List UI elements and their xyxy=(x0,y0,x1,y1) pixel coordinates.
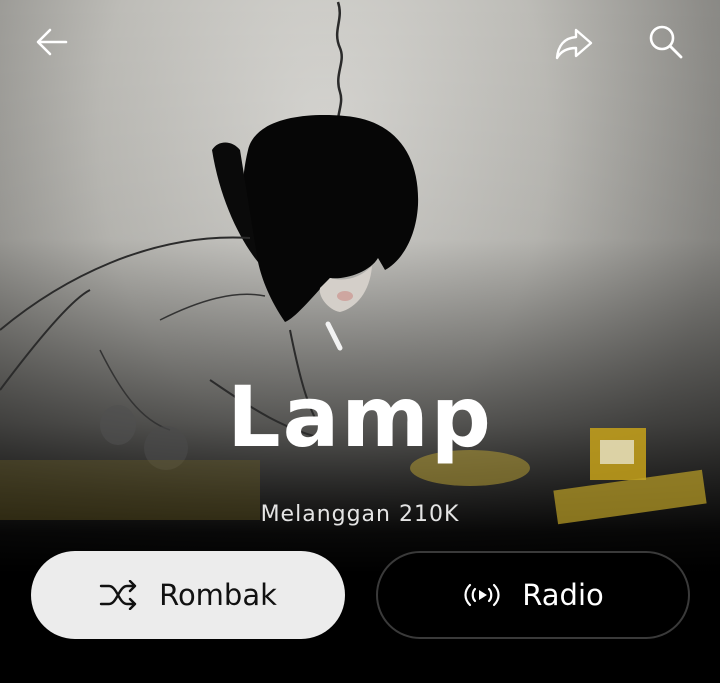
shuffle-button[interactable]: Rombak xyxy=(31,551,345,639)
back-button[interactable] xyxy=(30,20,74,64)
radio-button[interactable]: Radio xyxy=(376,551,690,639)
arrow-left-icon xyxy=(36,28,68,56)
share-button[interactable] xyxy=(552,22,596,66)
artist-name: Lamp xyxy=(227,368,493,466)
shuffle-label: Rombak xyxy=(159,578,277,612)
subscriber-count: Melanggan 210K xyxy=(260,502,460,527)
radio-broadcast-icon xyxy=(462,580,502,610)
shuffle-icon xyxy=(99,580,139,610)
search-button[interactable] xyxy=(644,20,688,64)
radio-label: Radio xyxy=(522,578,604,612)
share-icon xyxy=(555,28,593,60)
search-icon xyxy=(649,25,683,59)
